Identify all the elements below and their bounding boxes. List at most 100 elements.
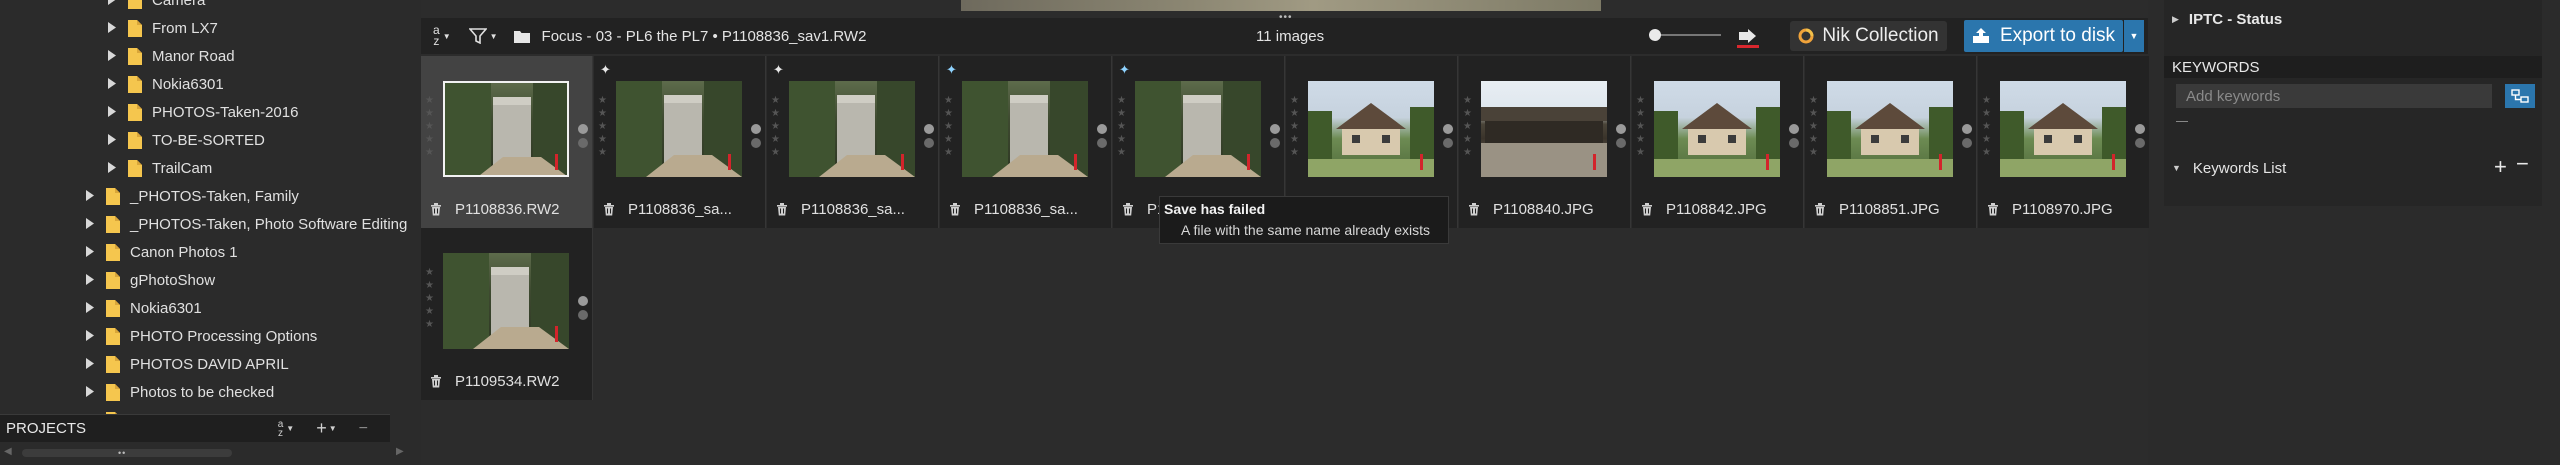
- thumbnail-cell[interactable]: ✦ ★ ★ ★ ★ ★ P1108836_sa...: [767, 56, 939, 228]
- rating-star-icon[interactable]: ★: [1117, 96, 1127, 106]
- folder-tree-item[interactable]: _PHOTOS-Taken, Family: [86, 182, 299, 210]
- thumbnail-image[interactable]: [1481, 81, 1607, 177]
- rating-star-icon[interactable]: ★: [598, 122, 608, 132]
- trash-icon[interactable]: [775, 202, 789, 216]
- export-to-disk-button[interactable]: Export to disk: [1964, 20, 2123, 52]
- rating-star-icon[interactable]: ★: [425, 268, 435, 278]
- trash-icon[interactable]: [1640, 202, 1654, 216]
- folder-tree-item[interactable]: Manor Road: [108, 42, 235, 70]
- rating-star-icon[interactable]: ★: [1636, 122, 1646, 132]
- iptc-status-section-header[interactable]: ▶ IPTC - Status: [2164, 8, 2542, 30]
- add-keywords-input[interactable]: [2176, 84, 2492, 108]
- folder-tree-item[interactable]: Nokia6301: [86, 294, 202, 322]
- folder-tree-item[interactable]: Canon Photos 1: [86, 238, 238, 266]
- thumbnail-image[interactable]: [616, 81, 742, 177]
- projects-sort-button[interactable]: az ▼: [278, 419, 294, 438]
- trash-icon[interactable]: [1986, 202, 2000, 216]
- rating-star-icon[interactable]: ★: [1982, 148, 1992, 158]
- rating-star-icon[interactable]: ★: [944, 109, 954, 119]
- rating-star-icon[interactable]: ★: [1982, 109, 1992, 119]
- rating-star-icon[interactable]: ★: [1809, 122, 1819, 132]
- folder-tree-item[interactable]: PHOTOS DAVID APRIL: [86, 350, 289, 378]
- expand-arrow-icon[interactable]: [108, 50, 118, 62]
- expand-arrow-icon[interactable]: [86, 190, 96, 202]
- rating-star-icon[interactable]: ★: [1636, 109, 1646, 119]
- rating-stars[interactable]: ★ ★ ★ ★ ★: [1809, 96, 1819, 158]
- rating-star-icon[interactable]: ★: [1463, 109, 1473, 119]
- rating-star-icon[interactable]: ★: [944, 96, 954, 106]
- folder-tree-item[interactable]: TO-BE-SORTED: [108, 126, 265, 154]
- rating-star-icon[interactable]: ★: [1290, 122, 1300, 132]
- rating-star-icon[interactable]: ★: [425, 109, 435, 119]
- projects-remove-button[interactable]: −: [359, 420, 368, 438]
- folder-tree-item[interactable]: From LX7: [108, 14, 218, 42]
- thumbnail-image[interactable]: [1827, 81, 1953, 177]
- thumbnail-size-slider[interactable]: [1649, 29, 1721, 41]
- rating-stars[interactable]: ★ ★ ★ ★ ★: [425, 96, 435, 158]
- rating-stars[interactable]: ★ ★ ★ ★ ★: [1117, 96, 1127, 158]
- trash-icon[interactable]: [1467, 202, 1481, 216]
- folder-tree-item[interactable]: gPhotoShow: [86, 266, 215, 294]
- folder-tree-item[interactable]: Camera: [108, 0, 205, 14]
- folder-tree-item[interactable]: _PHOTOS-Taken, Photo Software Editing: [86, 210, 407, 238]
- rating-star-icon[interactable]: ★: [1809, 96, 1819, 106]
- rating-star-icon[interactable]: ★: [771, 96, 781, 106]
- scroll-right-arrow-icon[interactable]: ▶: [396, 446, 404, 457]
- rating-star-icon[interactable]: ★: [425, 294, 435, 304]
- trash-icon[interactable]: [602, 202, 616, 216]
- export-options-dropdown[interactable]: ▼: [2124, 20, 2144, 52]
- rating-star-icon[interactable]: ★: [1636, 135, 1646, 145]
- rating-stars[interactable]: ★ ★ ★ ★ ★: [1636, 96, 1646, 158]
- rating-stars[interactable]: ★ ★ ★ ★ ★: [1982, 96, 1992, 158]
- nik-collection-button[interactable]: Nik Collection: [1790, 21, 1947, 51]
- rating-star-icon[interactable]: ★: [771, 135, 781, 145]
- filter-button[interactable]: ▼: [468, 28, 498, 44]
- trash-icon[interactable]: [429, 202, 443, 216]
- thumbnail-image[interactable]: [443, 81, 569, 177]
- expand-arrow-icon[interactable]: [108, 78, 118, 90]
- trash-icon[interactable]: [1813, 202, 1827, 216]
- rating-stars[interactable]: ★ ★ ★ ★ ★: [1290, 96, 1300, 158]
- trash-icon[interactable]: [429, 374, 443, 388]
- rating-stars[interactable]: ★ ★ ★ ★ ★: [944, 96, 954, 158]
- rating-stars[interactable]: ★ ★ ★ ★ ★: [598, 96, 608, 158]
- thumbnail-cell[interactable]: ✦ ★ ★ ★ ★ ★ P1108836_sa...: [940, 56, 1112, 228]
- folder-tree-item[interactable]: PHOTO Processing Options: [86, 322, 317, 350]
- thumbnail-image[interactable]: [962, 81, 1088, 177]
- keywords-list-section-header[interactable]: ▼ Keywords List: [2164, 156, 2542, 180]
- rating-star-icon[interactable]: ★: [1290, 148, 1300, 158]
- thumbnail-image[interactable]: [1135, 81, 1261, 177]
- rating-star-icon[interactable]: ★: [944, 135, 954, 145]
- scroll-left-arrow-icon[interactable]: ◀: [4, 446, 12, 457]
- rating-stars[interactable]: ★ ★ ★ ★ ★: [425, 268, 435, 330]
- rating-star-icon[interactable]: ★: [425, 148, 435, 158]
- trash-icon[interactable]: [1121, 202, 1135, 216]
- rating-star-icon[interactable]: ★: [598, 96, 608, 106]
- expand-arrow-icon[interactable]: [86, 246, 96, 258]
- rating-star-icon[interactable]: ★: [598, 109, 608, 119]
- expand-arrow-icon[interactable]: [108, 134, 118, 146]
- rating-star-icon[interactable]: ★: [598, 135, 608, 145]
- expand-arrow-icon[interactable]: [86, 274, 96, 286]
- thumbnail-cell[interactable]: ★ ★ ★ ★ ★ P1108836.RW2: [421, 56, 593, 228]
- expand-arrow-icon[interactable]: [86, 386, 96, 398]
- thumbnail-image[interactable]: [2000, 81, 2126, 177]
- rating-star-icon[interactable]: ★: [1636, 148, 1646, 158]
- thumbnail-cell[interactable]: ★ ★ ★ ★ ★ P1108840.JPG: [1459, 56, 1631, 228]
- rating-star-icon[interactable]: ★: [425, 281, 435, 291]
- rating-star-icon[interactable]: ★: [1982, 122, 1992, 132]
- projects-add-button[interactable]: + ▼: [316, 418, 336, 439]
- folder-tree-item[interactable]: Nokia6301: [108, 70, 224, 98]
- rating-star-icon[interactable]: ★: [1809, 109, 1819, 119]
- expand-arrow-icon[interactable]: [108, 0, 118, 6]
- rating-stars[interactable]: ★ ★ ★ ★ ★: [771, 96, 781, 158]
- rating-star-icon[interactable]: ★: [425, 135, 435, 145]
- thumbnail-image[interactable]: [789, 81, 915, 177]
- rating-star-icon[interactable]: ★: [1290, 109, 1300, 119]
- rating-stars[interactable]: ★ ★ ★ ★ ★: [1463, 96, 1473, 158]
- slider-knob[interactable]: [1649, 29, 1661, 41]
- rating-star-icon[interactable]: ★: [1636, 96, 1646, 106]
- rating-star-icon[interactable]: ★: [1982, 96, 1992, 106]
- rating-star-icon[interactable]: ★: [1809, 135, 1819, 145]
- thumbnail-cell[interactable]: ✦ ★ ★ ★ ★ ★ P1108836_sa...: [594, 56, 766, 228]
